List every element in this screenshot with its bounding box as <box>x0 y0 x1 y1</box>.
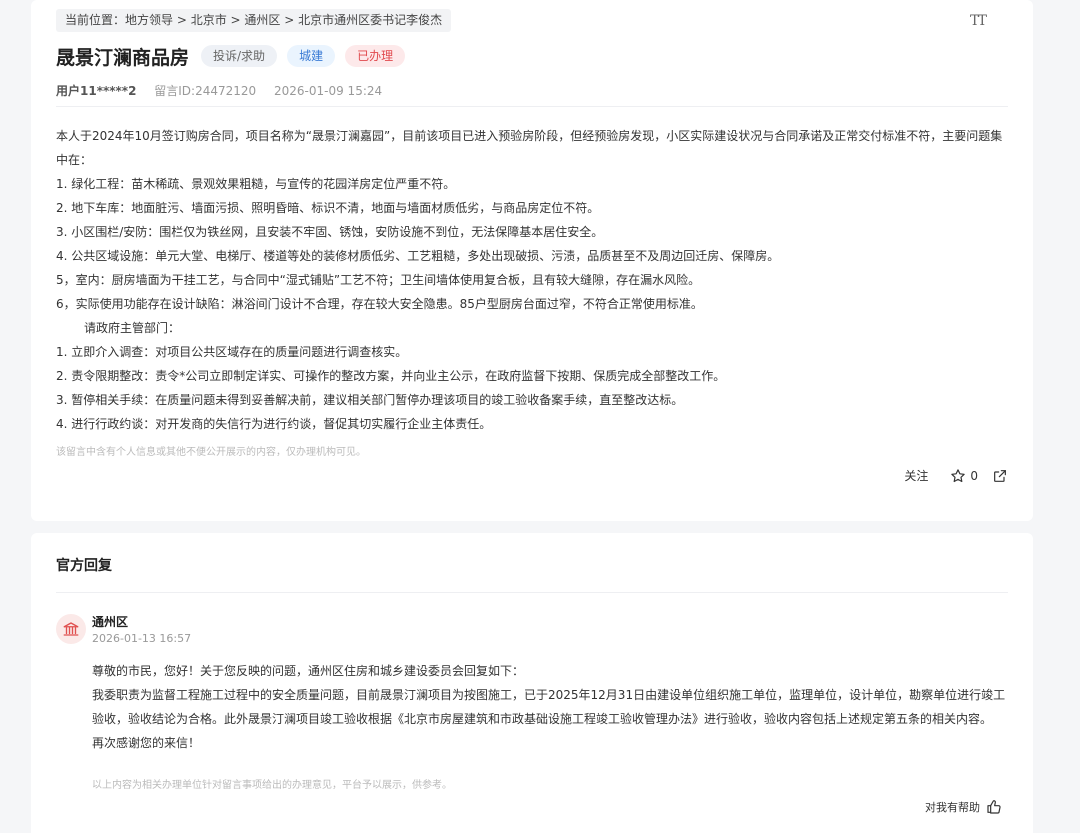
content-paragraph: 5，室内：厨房墙面为干挂工艺，与合同中“湿式铺贴”工艺不符；卫生间墙体使用复合板… <box>56 273 701 287</box>
reply-paragraph: 尊敬的市民，您好！关于您反映的问题，通州区住房和城乡建设委员会回复如下： <box>92 664 525 678</box>
star-icon <box>951 468 966 482</box>
avatar <box>56 614 86 644</box>
breadcrumb-separator: > <box>226 13 245 27</box>
content-paragraph: 1. 立即介入调查：对项目公共区域存在的质量问题进行调查核实。 <box>56 345 408 359</box>
page-title: 晟景汀澜商品房 <box>56 46 190 69</box>
tag-department: 城建 <box>287 45 336 67</box>
breadcrumb-item-local-leaders[interactable]: 地方领导 <box>125 13 173 27</box>
star-count: 0 <box>970 468 978 483</box>
helpful-button[interactable]: 对我有帮助 <box>925 799 1002 815</box>
breadcrumb-item-tongzhou[interactable]: 通州区 <box>244 13 280 27</box>
content-paragraph: 请政府主管部门： <box>84 321 181 335</box>
reply-author: 通州区 <box>92 615 129 629</box>
breadcrumb-prefix: 当前位置： <box>65 13 126 27</box>
breadcrumb: 当前位置：地方领导 > 北京市 > 通州区 > 北京市通州区委书记李俊杰 <box>56 9 452 32</box>
content-paragraph: 3. 暂停相关手续：在质量问题未得到妥善解决前，建议相关部门暂停办理该项目的竣工… <box>56 393 684 407</box>
content-paragraph: 1. 绿化工程：苗木稀疏、景观效果粗糙，与宣传的花园洋房定位严重不符。 <box>56 177 456 191</box>
share-icon <box>994 469 1006 482</box>
breadcrumb-item-secretary[interactable]: 北京市通州区委书记李俊杰 <box>298 13 442 27</box>
font-size-icon[interactable]: TT <box>970 13 987 29</box>
reply-section-title: 官方回复 <box>56 558 112 574</box>
tag-type: 投诉/求助 <box>201 45 278 67</box>
divider <box>56 106 1008 107</box>
content-paragraph: 2. 责令限期整改：责令*公司立即制定详实、可操作的整改方案，并向业主公示，在政… <box>56 369 726 383</box>
reply-content: 尊敬的市民，您好！关于您反映的问题，通州区住房和城乡建设委员会回复如下： 我委职… <box>92 659 1012 755</box>
breadcrumb-item-beijing[interactable]: 北京市 <box>191 13 227 27</box>
privacy-notice: 该留言中含有个人信息或其他不便公开展示的内容，仅办理机构可见。 <box>56 447 366 458</box>
content-paragraph: 本人于2024年10月签订购房合同，项目名称为“晟景汀澜嘉园”，目前该项目已进入… <box>56 129 1003 167</box>
follow-button[interactable]: 关注 <box>904 467 928 484</box>
divider <box>56 592 1008 593</box>
content-paragraph: 4. 公共区域设施：单元大堂、电梯厅、楼道等处的装修材质低劣、工艺粗糙，多处出现… <box>56 249 780 263</box>
content-paragraph: 6，实际使用功能存在设计缺陷：淋浴间门设计不合理，存在较大安全隐患。85户型厨房… <box>56 297 703 311</box>
reply-paragraph: 我委职责为监督工程施工过程中的安全质量问题，目前晟景汀澜项目为按图施工，已于20… <box>92 688 1006 726</box>
breadcrumb-separator: > <box>173 13 191 27</box>
content-paragraph: 4. 进行行政约谈：对开发商的失信行为进行约谈，督促其切实履行企业主体责任。 <box>56 417 492 431</box>
official-reply-card: 官方回复 通州区 2026-01-13 16:57 尊敬的市民，您好！关于您反映… <box>31 533 1033 833</box>
content-paragraph: 2. 地下车库：地面脏污、墙面污损、照明昏暗、标识不清，地面与墙面材质低劣，与商… <box>56 201 600 215</box>
message-content: 本人于2024年10月签订购房合同，项目名称为“晟景汀澜嘉园”，目前该项目已进入… <box>56 124 1011 436</box>
title-row: 晟景汀澜商品房 投诉/求助 城建 已办理 <box>56 41 415 71</box>
reply-paragraph: 再次感谢您的来信！ <box>92 736 201 750</box>
message-actions: 关注 0 <box>904 467 1008 484</box>
share-button[interactable] <box>992 468 1008 484</box>
helpful-label: 对我有帮助 <box>925 801 980 814</box>
message-id: 留言ID:24472120 <box>154 84 257 98</box>
message-user: 用户11*****2 <box>56 84 137 98</box>
breadcrumb-separator: > <box>280 13 299 27</box>
status-badge: 已办理 <box>345 45 406 67</box>
message-meta: 用户11*****2 留言ID:24472120 2026-01-09 15:2… <box>56 82 382 99</box>
content-paragraph: 3. 小区围栏/安防：围栏仅为铁丝网，且安装不牢固、锈蚀，安防设施不到位，无法保… <box>56 225 604 239</box>
reply-time: 2026-01-13 16:57 <box>92 632 192 645</box>
government-building-icon <box>63 622 79 636</box>
message-datetime: 2026-01-09 15:24 <box>274 84 383 98</box>
thumbs-up-icon <box>987 800 1001 814</box>
star-button[interactable]: 0 <box>950 468 978 484</box>
reply-notice: 以上内容为相关办理单位针对留言事项给出的办理意见，平台予以展示，供参考。 <box>92 780 452 791</box>
message-card: 当前位置：地方领导 > 北京市 > 通州区 > 北京市通州区委书记李俊杰 TT … <box>31 0 1033 521</box>
